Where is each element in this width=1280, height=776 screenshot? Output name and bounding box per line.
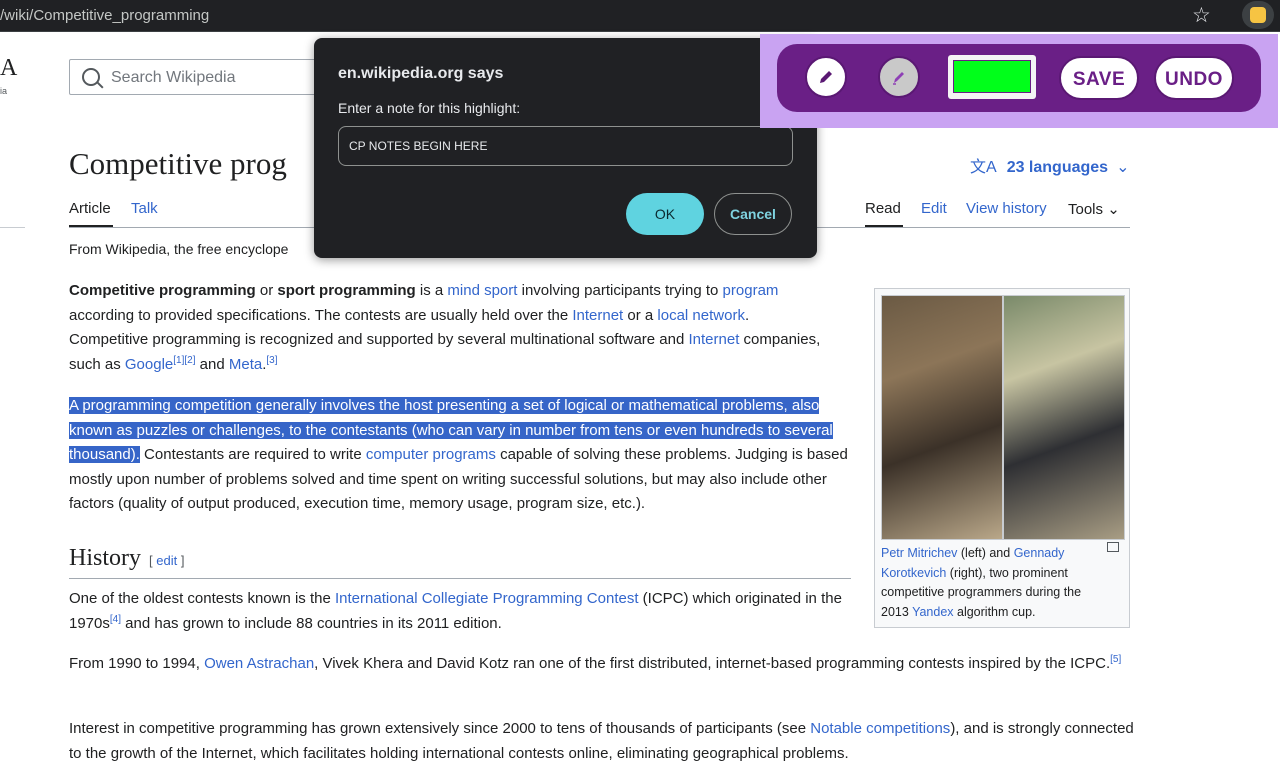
infobox-caption: Petr Mitrichev (left) and Gennady Korotk… bbox=[881, 544, 1103, 622]
link-yandex[interactable]: Yandex bbox=[912, 605, 953, 619]
link-google[interactable]: Google bbox=[125, 356, 173, 373]
dialog-title: en.wikipedia.org says bbox=[338, 65, 504, 82]
highlighter-icon bbox=[893, 72, 904, 85]
highlighter-button[interactable] bbox=[878, 56, 920, 98]
bracket: ] bbox=[177, 553, 185, 568]
citation-2[interactable]: [2] bbox=[184, 355, 195, 366]
link-computer-programs[interactable]: computer programs bbox=[366, 446, 496, 463]
tab-tools[interactable]: Tools ⌄ bbox=[1068, 200, 1120, 218]
link-petr-mitrichev[interactable]: Petr Mitrichev bbox=[881, 546, 957, 560]
edit-section-link[interactable]: edit bbox=[156, 553, 177, 568]
text: or a bbox=[623, 306, 658, 324]
tagline: From Wikipedia, the free encyclope bbox=[69, 241, 289, 257]
text: (left) and bbox=[957, 546, 1014, 560]
citation-3[interactable]: [3] bbox=[266, 355, 277, 366]
text: From 1990 to 1994, bbox=[69, 655, 205, 672]
history-paragraph-3: Interest in competitive programming has … bbox=[69, 717, 1139, 766]
intro-paragraph: Competitive programming or sport program… bbox=[69, 279, 829, 377]
link-notable-competitions[interactable]: Notable competitions bbox=[810, 720, 950, 737]
photo-petr-mitrichev[interactable] bbox=[881, 295, 1003, 540]
note-input[interactable]: CP NOTES BEGIN HERE bbox=[338, 126, 793, 166]
link-program[interactable]: program bbox=[723, 282, 779, 299]
history-paragraph-1: One of the oldest contests known is the … bbox=[69, 587, 859, 636]
chevron-down-icon: ⌄ bbox=[1107, 201, 1120, 218]
tools-label: Tools bbox=[1068, 201, 1104, 218]
bookmark-star-icon[interactable]: ☆ bbox=[1192, 3, 1211, 28]
color-swatch-fill bbox=[953, 60, 1031, 93]
citation-5[interactable]: [5] bbox=[1110, 654, 1121, 665]
tab-talk[interactable]: Talk bbox=[131, 200, 158, 217]
languages-label: 23 languages bbox=[1006, 159, 1109, 176]
infobox: Petr Mitrichev (left) and Gennady Korotk… bbox=[874, 288, 1130, 628]
tab-edit[interactable]: Edit bbox=[921, 200, 947, 217]
extension-icon[interactable] bbox=[1242, 1, 1274, 29]
link-mind-sport[interactable]: mind sport bbox=[447, 282, 517, 299]
tab-read[interactable]: Read bbox=[865, 200, 901, 217]
link-meta[interactable]: Meta bbox=[229, 356, 262, 373]
pen-button[interactable] bbox=[805, 56, 847, 98]
photo-gennady-korotkevich[interactable] bbox=[1003, 295, 1125, 540]
highlighted-paragraph: A programming competition generally invo… bbox=[69, 394, 849, 517]
browser-address-bar[interactable]: /wiki/Competitive_programming ☆ bbox=[0, 0, 1280, 31]
text: and bbox=[195, 355, 229, 373]
prompt-dialog: en.wikipedia.org says Enter a note for t… bbox=[314, 38, 817, 258]
note-input-value: CP NOTES BEGIN HERE bbox=[349, 139, 488, 153]
text: involving participants trying to bbox=[517, 282, 723, 299]
enlarge-icon[interactable] bbox=[1107, 542, 1119, 552]
text: One of the oldest contests known is the bbox=[69, 590, 335, 607]
link-local-network[interactable]: local network bbox=[657, 307, 745, 324]
link-icpc[interactable]: International Collegiate Programming Con… bbox=[335, 590, 639, 607]
text: Contestants are required to write bbox=[139, 446, 366, 463]
undo-button[interactable]: UNDO bbox=[1154, 56, 1234, 100]
bold-term: Competitive programming bbox=[69, 282, 256, 299]
translate-icon: 文A bbox=[970, 159, 997, 176]
save-button[interactable]: SAVE bbox=[1059, 56, 1139, 100]
text: , Vivek Khera and David Kotz ran one of … bbox=[314, 655, 1111, 672]
history-paragraph-2: From 1990 to 1994, Owen Astrachan, Vivek… bbox=[69, 652, 1139, 677]
link-internet-2[interactable]: Internet bbox=[689, 331, 740, 348]
history-heading: History [ edit ] bbox=[69, 545, 184, 572]
text: or bbox=[255, 282, 278, 299]
tab-view-history[interactable]: View history bbox=[966, 200, 1047, 217]
cancel-button[interactable]: Cancel bbox=[714, 193, 792, 235]
wikipedia-logo-subtitle: ia bbox=[0, 86, 8, 96]
text: algorithm cup. bbox=[953, 604, 1036, 619]
wikipedia-logo[interactable]: A bbox=[0, 55, 17, 82]
history-divider bbox=[69, 578, 851, 579]
search-input[interactable]: Search Wikipedia bbox=[69, 59, 329, 95]
dialog-message: Enter a note for this highlight: bbox=[338, 100, 521, 116]
search-placeholder: Search Wikipedia bbox=[111, 69, 236, 86]
history-edit-section: [ edit ] bbox=[149, 553, 184, 568]
sidebar-divider bbox=[0, 227, 25, 228]
page-title: Competitive prog bbox=[69, 146, 287, 181]
highlighter-toolbar: SAVE UNDO bbox=[777, 44, 1261, 112]
history-title: History bbox=[69, 545, 141, 571]
color-picker[interactable] bbox=[948, 55, 1036, 99]
chevron-down-icon: ⌄ bbox=[1116, 159, 1130, 176]
link-owen-astrachan[interactable]: Owen Astrachan bbox=[204, 655, 314, 672]
highlighter-extension-panel: SAVE UNDO bbox=[760, 34, 1278, 128]
text: Interest in competitive programming has … bbox=[69, 720, 811, 737]
text: is a bbox=[415, 282, 448, 299]
bold-term: sport programming bbox=[277, 282, 416, 299]
citation-4[interactable]: [4] bbox=[110, 614, 121, 625]
ok-button[interactable]: OK bbox=[626, 193, 704, 235]
search-icon bbox=[82, 68, 100, 86]
pencil-icon bbox=[820, 71, 832, 83]
citation-1[interactable]: [1] bbox=[173, 355, 184, 366]
text: according to provided specifications. Th… bbox=[69, 306, 573, 324]
tab-article[interactable]: Article bbox=[69, 200, 111, 217]
languages-button[interactable]: 文A 23 languages ⌄ bbox=[970, 153, 1129, 177]
link-internet[interactable]: Internet bbox=[572, 307, 623, 324]
url-text[interactable]: /wiki/Competitive_programming bbox=[0, 7, 209, 24]
text: and has grown to include 88 countries in… bbox=[121, 614, 502, 632]
